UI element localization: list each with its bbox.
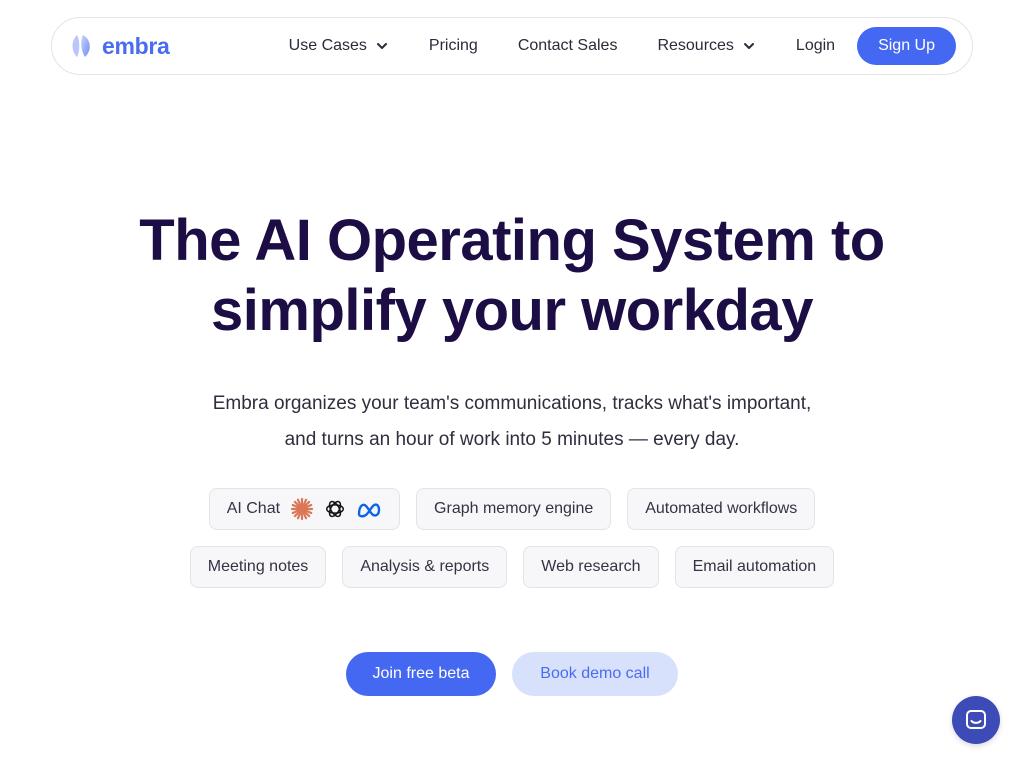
hero-title-line-2: simplify your workday xyxy=(211,278,813,343)
brand-logo[interactable]: embra xyxy=(68,32,170,60)
chip-graph-memory-engine-label: Graph memory engine xyxy=(434,500,594,517)
chat-widget-button[interactable] xyxy=(952,696,1000,744)
nav-pricing[interactable]: Pricing xyxy=(429,37,478,55)
cta-group: Join free beta Book demo call xyxy=(0,652,1024,696)
nav-contact-sales-label: Contact Sales xyxy=(517,37,618,54)
nav-resources[interactable]: Resources xyxy=(657,37,755,55)
chip-ai-chat-label: AI Chat xyxy=(226,500,281,517)
meta-icon xyxy=(357,503,381,518)
join-free-beta-button[interactable]: Join free beta xyxy=(346,652,496,696)
nav-links: Use Cases Pricing Contact Sales Resource… xyxy=(289,27,956,65)
chat-icon xyxy=(966,710,986,729)
hero-title: The AI Operating System to simplify your… xyxy=(0,206,1024,346)
top-navbar: embra Use Cases Pricing Contact Sales Re… xyxy=(51,17,973,75)
hero-title-line-1: The AI Operating System to xyxy=(139,208,885,273)
hero-subtitle-line-2: and turns an hour of work into 5 minutes… xyxy=(284,429,740,450)
chip-ai-chat: AI Chat xyxy=(208,488,401,530)
embra-logo-icon xyxy=(72,35,90,57)
chip-analysis-reports: Analysis & reports xyxy=(342,546,508,588)
nav-login[interactable]: Login xyxy=(796,37,835,55)
book-demo-call-button[interactable]: Book demo call xyxy=(512,652,678,696)
hero-subtitle: Embra organizes your team's communicatio… xyxy=(0,386,1024,458)
chip-web-research: Web research xyxy=(523,546,659,588)
nav-use-cases[interactable]: Use Cases xyxy=(289,37,389,55)
chip-automated-workflows-label: Automated workflows xyxy=(645,500,798,517)
chip-meeting-notes: Meeting notes xyxy=(189,546,327,588)
nav-resources-label: Resources xyxy=(657,37,734,54)
feature-chips-row-1: AI Chat Graph memory engine Automated wo… xyxy=(0,488,1024,530)
nav-login-label: Login xyxy=(795,37,836,54)
claude-icon xyxy=(290,497,314,521)
chip-graph-memory-engine: Graph memory engine xyxy=(416,488,612,530)
openai-icon xyxy=(326,500,345,518)
chip-analysis-reports-label: Analysis & reports xyxy=(360,558,490,575)
nav-pricing-label: Pricing xyxy=(428,37,478,54)
nav-use-cases-label: Use Cases xyxy=(288,37,367,54)
chip-automated-workflows: Automated workflows xyxy=(627,488,816,530)
chevron-down-icon xyxy=(376,43,387,49)
sign-up-button[interactable]: Sign Up xyxy=(857,27,956,65)
chip-web-research-label: Web research xyxy=(541,558,641,575)
brand-name: embra xyxy=(102,32,170,59)
nav-contact-sales[interactable]: Contact Sales xyxy=(518,37,618,55)
hero-subtitle-line-1: Embra organizes your team's communicatio… xyxy=(212,393,812,414)
chip-meeting-notes-label: Meeting notes xyxy=(207,558,309,575)
chip-email-automation: Email automation xyxy=(674,546,835,588)
chip-email-automation-label: Email automation xyxy=(692,558,817,575)
chevron-down-icon xyxy=(743,43,754,49)
feature-chips-row-2: Meeting notes Analysis & reports Web res… xyxy=(0,546,1024,588)
